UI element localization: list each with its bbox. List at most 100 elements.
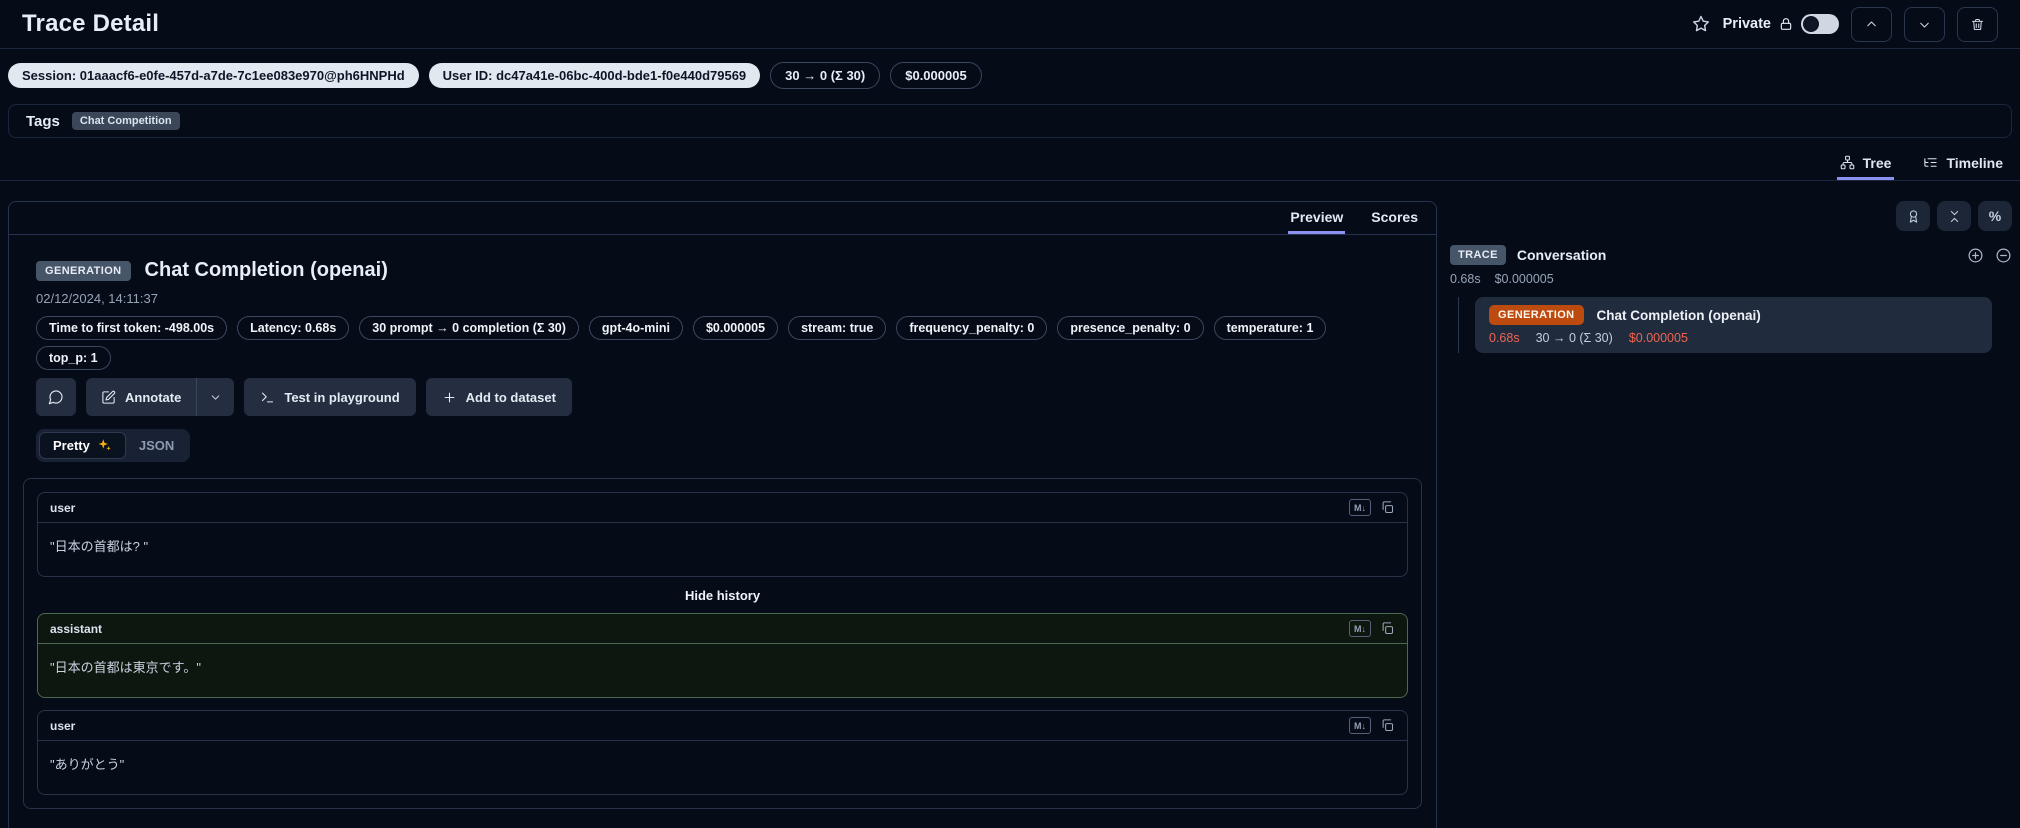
observation-title: Chat Completion (openai) [144, 259, 388, 281]
generation-node-metrics: 0.68s 30 → 0 (Σ 30) $0.000005 [1489, 331, 1978, 345]
trace-latency: 0.68s [1450, 272, 1481, 286]
observation-type-badge: GENERATION [36, 260, 131, 281]
tree-children: GENERATION Chat Completion (openai) 0.68… [1450, 297, 2012, 361]
node-latency: 0.68s [1489, 331, 1520, 345]
metrics-percent-button[interactable]: % [1978, 201, 2012, 231]
observation-timestamp: 02/12/2024, 14:11:37 [36, 291, 158, 306]
add-to-dataset-button[interactable]: Add to dataset [425, 378, 572, 416]
tag-chip[interactable]: Chat Competition [71, 112, 180, 130]
pen-square-icon [102, 390, 116, 404]
annotate-dropdown-button[interactable] [197, 378, 234, 416]
pretty-label: Pretty [53, 438, 90, 453]
format-pretty-button[interactable]: Pretty [39, 432, 126, 459]
tab-tree[interactable]: Tree [1836, 148, 1895, 180]
annotate-label: Annotate [125, 389, 182, 405]
message-role: assistant [50, 621, 103, 636]
generation-header: GENERATION Chat Completion (openai) [36, 259, 1422, 282]
message-box: assistant M↓ "日本の首都は東京です。" [37, 613, 1408, 698]
tree-hierarchy-icon [1840, 155, 1854, 170]
annotate-split-button: Annotate [86, 378, 235, 416]
scores-award-button[interactable] [1896, 201, 1930, 231]
tab-preview[interactable]: Preview [1288, 202, 1346, 234]
token-usage-badge: 30 → 0 (Σ 30) [770, 62, 881, 89]
param-badges: Time to first token: -498.00s Latency: 0.… [36, 316, 1376, 370]
privacy-toggle[interactable] [1801, 14, 1839, 34]
copy-icon[interactable] [1380, 621, 1395, 636]
markdown-toggle-icon[interactable]: M↓ [1349, 620, 1371, 637]
json-label: JSON [138, 438, 175, 453]
view-tabs: Tree Timeline [0, 148, 2020, 181]
privacy-control: Private [1723, 14, 1839, 34]
markdown-toggle-icon[interactable]: M↓ [1349, 717, 1371, 734]
chevron-up-icon [1867, 20, 1876, 26]
expand-node-button[interactable] [1967, 247, 1984, 264]
copy-icon[interactable] [1380, 718, 1395, 733]
trace-cost: $0.000005 [1494, 272, 1554, 286]
observation-panel: Preview Scores GENERATION Chat Completio… [8, 201, 1437, 828]
previous-trace-button[interactable] [1851, 6, 1892, 42]
bookmark-star-button[interactable] [1691, 14, 1711, 34]
session-badge[interactable]: Session: 01aaacf6-e0fe-457d-a7de-7c1ee08… [8, 63, 419, 88]
messages-container: user M↓ "日本の首都は? " Hide history assistan… [23, 478, 1422, 809]
markdown-toggle-icon[interactable]: M↓ [1349, 499, 1371, 516]
privacy-label: Private [1722, 16, 1771, 32]
meta-badges: Session: 01aaacf6-e0fe-457d-a7de-7c1ee08… [8, 62, 2020, 89]
trace-title: Conversation [1516, 247, 1607, 263]
collapse-all-button[interactable] [1937, 201, 1971, 231]
generation-node[interactable]: GENERATION Chat Completion (openai) 0.68… [1475, 297, 1992, 353]
content-area: Preview Scores GENERATION Chat Completio… [0, 181, 2020, 828]
sparkles-icon [98, 439, 111, 451]
tab-scores[interactable]: Scores [1369, 202, 1420, 234]
star-icon [1692, 15, 1709, 32]
param-badge: 30 prompt → 0 completion (Σ 30) [359, 316, 579, 340]
playground-label: Test in playground [284, 389, 400, 405]
param-badge: $0.000005 [692, 316, 779, 340]
circle-minus-icon [1996, 248, 2011, 262]
cost-badge: $0.000005 [890, 62, 982, 89]
next-trace-button[interactable] [1904, 6, 1945, 42]
chevron-down-icon [1920, 22, 1929, 28]
node-cost: $0.000005 [1628, 331, 1688, 345]
preview-scores-tabs: Preview Scores [9, 202, 1436, 235]
format-json-button[interactable]: JSON [126, 433, 187, 458]
param-badge: Latency: 0.68s [237, 316, 350, 340]
param-badge: Time to first token: -498.00s [36, 316, 228, 340]
param-badge: temperature: 1 [1213, 316, 1327, 340]
format-toggle: Pretty JSON [36, 429, 191, 462]
tree-toolbar: % [1450, 201, 2012, 231]
circle-plus-icon [1968, 248, 1983, 262]
message-box: user M↓ "ありがとう" [37, 710, 1408, 795]
param-badge: presence_penalty: 0 [1057, 316, 1204, 340]
delete-trace-button[interactable] [1957, 6, 1998, 42]
add-to-dataset-label: Add to dataset [465, 389, 556, 405]
trace-tree-panel: % TRACE Conversation 0.68s $0.000005 GEN… [1450, 201, 2012, 361]
param-badge: stream: true [788, 316, 887, 340]
test-in-playground-button[interactable]: Test in playground [244, 378, 416, 416]
tags-container[interactable]: Tags Chat Competition [8, 104, 2012, 138]
generation-node-title: Chat Completion (openai) [1596, 307, 1761, 323]
message-role: user [50, 718, 76, 733]
tab-timeline-label: Timeline [1946, 154, 2003, 171]
message-content: "日本の首都は? " [50, 539, 149, 554]
trash-icon [1971, 18, 1984, 30]
hide-history-button[interactable]: Hide history [37, 577, 1408, 613]
message-content: "ありがとう" [50, 757, 125, 772]
page-title: Trace Detail [22, 10, 160, 37]
message-role: user [50, 500, 76, 515]
message-header: user M↓ [38, 493, 1407, 523]
trace-type-badge: TRACE [1450, 245, 1506, 265]
toggle-knob [1803, 16, 1819, 32]
top-bar: Trace Detail Private [0, 0, 2020, 48]
copy-icon[interactable] [1380, 500, 1395, 515]
collapse-node-button[interactable] [1995, 247, 2012, 264]
chevrons-collapse-icon [1950, 210, 1958, 222]
chat-bubble-icon [48, 390, 63, 405]
comment-button[interactable] [36, 378, 76, 416]
trace-node[interactable]: TRACE Conversation [1450, 245, 2012, 265]
action-buttons: Annotate Test in playground Add to datas… [36, 378, 1422, 416]
tab-timeline[interactable]: Timeline [1920, 148, 2006, 180]
annotate-button[interactable]: Annotate [86, 378, 196, 416]
param-badge: gpt-4o-mini [588, 316, 683, 340]
user-id-badge[interactable]: User ID: dc47a41e-06bc-400d-bde1-f0e440d… [428, 63, 761, 88]
tab-tree-label: Tree [1862, 154, 1892, 171]
